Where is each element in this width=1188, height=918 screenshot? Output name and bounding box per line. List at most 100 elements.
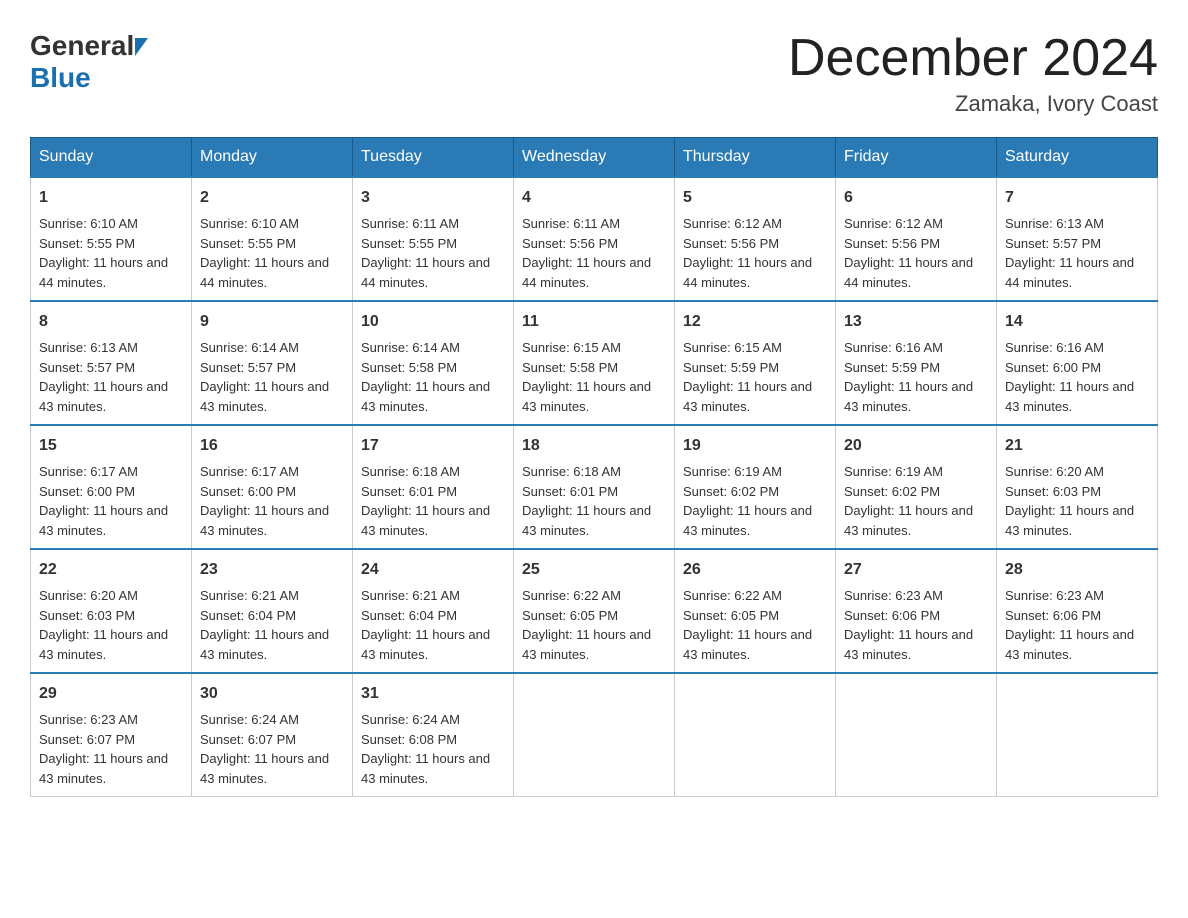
calendar-cell bbox=[514, 673, 675, 797]
sunrise-label: Sunrise: 6:21 AM bbox=[200, 588, 299, 603]
daylight-label: Daylight: 11 hours and 43 minutes. bbox=[39, 503, 168, 538]
calendar-cell: 22Sunrise: 6:20 AMSunset: 6:03 PMDayligh… bbox=[31, 549, 192, 673]
calendar-cell: 11Sunrise: 6:15 AMSunset: 5:58 PMDayligh… bbox=[514, 301, 675, 425]
sunset-label: Sunset: 6:02 PM bbox=[844, 484, 940, 499]
sunset-label: Sunset: 5:55 PM bbox=[361, 236, 457, 251]
daylight-label: Daylight: 11 hours and 43 minutes. bbox=[683, 627, 812, 662]
daylight-label: Daylight: 11 hours and 43 minutes. bbox=[39, 379, 168, 414]
sunrise-label: Sunrise: 6:22 AM bbox=[683, 588, 782, 603]
day-number: 31 bbox=[361, 682, 505, 706]
calendar-day-header: Thursday bbox=[675, 138, 836, 178]
sunset-label: Sunset: 6:04 PM bbox=[361, 608, 457, 623]
sunrise-label: Sunrise: 6:13 AM bbox=[39, 340, 138, 355]
calendar-cell: 9Sunrise: 6:14 AMSunset: 5:57 PMDaylight… bbox=[192, 301, 353, 425]
sunrise-label: Sunrise: 6:12 AM bbox=[683, 216, 782, 231]
day-number: 22 bbox=[39, 558, 183, 582]
daylight-label: Daylight: 11 hours and 43 minutes. bbox=[361, 379, 490, 414]
sunset-label: Sunset: 6:05 PM bbox=[683, 608, 779, 623]
calendar-cell: 13Sunrise: 6:16 AMSunset: 5:59 PMDayligh… bbox=[836, 301, 997, 425]
sunset-label: Sunset: 5:55 PM bbox=[200, 236, 296, 251]
daylight-label: Daylight: 11 hours and 43 minutes. bbox=[1005, 503, 1134, 538]
daylight-label: Daylight: 11 hours and 43 minutes. bbox=[200, 751, 329, 786]
calendar-cell: 25Sunrise: 6:22 AMSunset: 6:05 PMDayligh… bbox=[514, 549, 675, 673]
calendar-day-header: Friday bbox=[836, 138, 997, 178]
day-number: 5 bbox=[683, 186, 827, 210]
daylight-label: Daylight: 11 hours and 43 minutes. bbox=[200, 503, 329, 538]
sunset-label: Sunset: 6:07 PM bbox=[39, 732, 135, 747]
sunrise-label: Sunrise: 6:11 AM bbox=[361, 216, 459, 231]
sunset-label: Sunset: 6:07 PM bbox=[200, 732, 296, 747]
sunrise-label: Sunrise: 6:23 AM bbox=[39, 712, 138, 727]
sunset-label: Sunset: 5:57 PM bbox=[1005, 236, 1101, 251]
day-number: 1 bbox=[39, 186, 183, 210]
daylight-label: Daylight: 11 hours and 43 minutes. bbox=[200, 627, 329, 662]
sunrise-label: Sunrise: 6:13 AM bbox=[1005, 216, 1104, 231]
sunrise-label: Sunrise: 6:12 AM bbox=[844, 216, 943, 231]
calendar-cell: 20Sunrise: 6:19 AMSunset: 6:02 PMDayligh… bbox=[836, 425, 997, 549]
daylight-label: Daylight: 11 hours and 43 minutes. bbox=[200, 379, 329, 414]
day-number: 29 bbox=[39, 682, 183, 706]
calendar-week-row: 15Sunrise: 6:17 AMSunset: 6:00 PMDayligh… bbox=[31, 425, 1158, 549]
calendar-cell: 27Sunrise: 6:23 AMSunset: 6:06 PMDayligh… bbox=[836, 549, 997, 673]
sunrise-label: Sunrise: 6:15 AM bbox=[683, 340, 782, 355]
day-number: 23 bbox=[200, 558, 344, 582]
sunrise-label: Sunrise: 6:23 AM bbox=[1005, 588, 1104, 603]
daylight-label: Daylight: 11 hours and 43 minutes. bbox=[844, 503, 973, 538]
day-number: 7 bbox=[1005, 186, 1149, 210]
day-number: 4 bbox=[522, 186, 666, 210]
day-number: 30 bbox=[200, 682, 344, 706]
daylight-label: Daylight: 11 hours and 43 minutes. bbox=[683, 503, 812, 538]
calendar-cell: 7Sunrise: 6:13 AMSunset: 5:57 PMDaylight… bbox=[997, 177, 1158, 301]
day-number: 9 bbox=[200, 310, 344, 334]
daylight-label: Daylight: 11 hours and 44 minutes. bbox=[844, 255, 973, 290]
sunrise-label: Sunrise: 6:15 AM bbox=[522, 340, 621, 355]
calendar-cell: 12Sunrise: 6:15 AMSunset: 5:59 PMDayligh… bbox=[675, 301, 836, 425]
calendar-cell: 4Sunrise: 6:11 AMSunset: 5:56 PMDaylight… bbox=[514, 177, 675, 301]
calendar-day-header: Wednesday bbox=[514, 138, 675, 178]
sunset-label: Sunset: 6:01 PM bbox=[361, 484, 457, 499]
calendar-cell: 1Sunrise: 6:10 AMSunset: 5:55 PMDaylight… bbox=[31, 177, 192, 301]
calendar-cell: 6Sunrise: 6:12 AMSunset: 5:56 PMDaylight… bbox=[836, 177, 997, 301]
day-number: 3 bbox=[361, 186, 505, 210]
sunrise-label: Sunrise: 6:24 AM bbox=[361, 712, 460, 727]
day-number: 12 bbox=[683, 310, 827, 334]
sunrise-label: Sunrise: 6:10 AM bbox=[200, 216, 299, 231]
sunset-label: Sunset: 6:00 PM bbox=[200, 484, 296, 499]
sunrise-label: Sunrise: 6:16 AM bbox=[1005, 340, 1104, 355]
calendar-cell: 16Sunrise: 6:17 AMSunset: 6:00 PMDayligh… bbox=[192, 425, 353, 549]
day-number: 14 bbox=[1005, 310, 1149, 334]
calendar-cell: 18Sunrise: 6:18 AMSunset: 6:01 PMDayligh… bbox=[514, 425, 675, 549]
page-title: December 2024 bbox=[788, 30, 1158, 87]
daylight-label: Daylight: 11 hours and 43 minutes. bbox=[1005, 379, 1134, 414]
sunrise-label: Sunrise: 6:17 AM bbox=[39, 464, 138, 479]
calendar-header-row: SundayMondayTuesdayWednesdayThursdayFrid… bbox=[31, 138, 1158, 178]
calendar-cell: 28Sunrise: 6:23 AMSunset: 6:06 PMDayligh… bbox=[997, 549, 1158, 673]
sunrise-label: Sunrise: 6:19 AM bbox=[844, 464, 943, 479]
daylight-label: Daylight: 11 hours and 43 minutes. bbox=[361, 751, 490, 786]
sunset-label: Sunset: 5:56 PM bbox=[522, 236, 618, 251]
sunrise-label: Sunrise: 6:22 AM bbox=[522, 588, 621, 603]
day-number: 24 bbox=[361, 558, 505, 582]
calendar-table: SundayMondayTuesdayWednesdayThursdayFrid… bbox=[30, 137, 1158, 797]
calendar-cell: 30Sunrise: 6:24 AMSunset: 6:07 PMDayligh… bbox=[192, 673, 353, 797]
sunrise-label: Sunrise: 6:20 AM bbox=[1005, 464, 1104, 479]
calendar-cell bbox=[997, 673, 1158, 797]
daylight-label: Daylight: 11 hours and 43 minutes. bbox=[39, 627, 168, 662]
sunset-label: Sunset: 5:56 PM bbox=[844, 236, 940, 251]
daylight-label: Daylight: 11 hours and 43 minutes. bbox=[522, 503, 651, 538]
daylight-label: Daylight: 11 hours and 43 minutes. bbox=[361, 627, 490, 662]
day-number: 18 bbox=[522, 434, 666, 458]
sunset-label: Sunset: 5:56 PM bbox=[683, 236, 779, 251]
sunrise-label: Sunrise: 6:17 AM bbox=[200, 464, 299, 479]
sunset-label: Sunset: 6:05 PM bbox=[522, 608, 618, 623]
daylight-label: Daylight: 11 hours and 43 minutes. bbox=[844, 627, 973, 662]
calendar-week-row: 29 Sunrise: 6:23 AM Sunset: 6:07 PM Dayligh… bbox=[31, 673, 1158, 797]
sunset-label: Sunset: 5:59 PM bbox=[683, 360, 779, 375]
sunset-label: Sunset: 6:06 PM bbox=[1005, 608, 1101, 623]
daylight-label: Daylight: 11 hours and 43 minutes. bbox=[361, 503, 490, 538]
day-number: 21 bbox=[1005, 434, 1149, 458]
sunset-label: Sunset: 6:01 PM bbox=[522, 484, 618, 499]
calendar-cell: 14Sunrise: 6:16 AMSunset: 6:00 PMDayligh… bbox=[997, 301, 1158, 425]
logo: General Blue bbox=[30, 30, 148, 94]
sunset-label: Sunset: 5:59 PM bbox=[844, 360, 940, 375]
